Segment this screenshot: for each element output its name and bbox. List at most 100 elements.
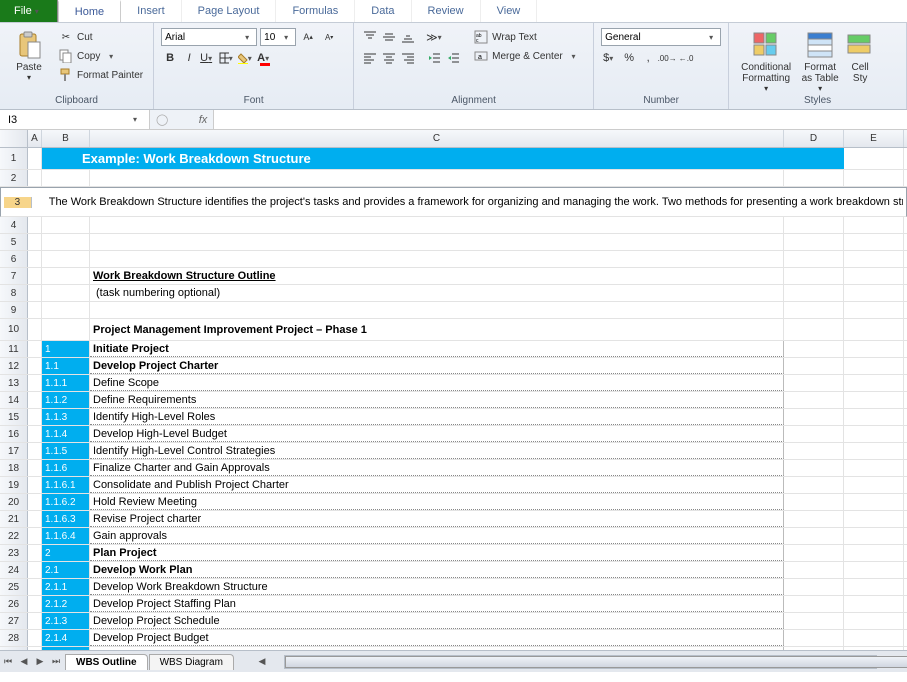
wbs-task[interactable]: Gain approvals	[90, 528, 784, 544]
cell[interactable]	[90, 170, 784, 186]
wrap-text-button[interactable]: abcWrap Text	[470, 28, 582, 46]
tab-home[interactable]: Home	[58, 0, 121, 22]
select-all-corner[interactable]	[0, 130, 28, 147]
cell[interactable]	[844, 409, 904, 425]
wbs-number[interactable]: 1.1.2	[42, 392, 90, 408]
row-header[interactable]: 16	[0, 426, 28, 442]
row-header[interactable]: 3	[4, 197, 32, 208]
cell[interactable]	[844, 426, 904, 442]
tab-insert[interactable]: Insert	[121, 0, 182, 22]
wbs-task[interactable]: Revise Project charter	[90, 511, 784, 527]
tab-view[interactable]: View	[481, 0, 538, 22]
cell[interactable]	[784, 217, 844, 233]
cell[interactable]	[42, 251, 90, 267]
font-color-button[interactable]: A▾	[256, 49, 274, 67]
copy-button[interactable]: Copy ▾	[55, 47, 146, 65]
col-header-e[interactable]: E	[844, 130, 904, 147]
cell[interactable]	[844, 630, 904, 646]
paste-button[interactable]: Paste▾	[7, 26, 51, 82]
cell[interactable]	[784, 545, 844, 561]
wbs-number[interactable]: 2.1.2	[42, 596, 90, 612]
comma-button[interactable]: ,	[639, 49, 657, 67]
wbs-task[interactable]: Finalize Charter and Gain Approvals	[90, 460, 784, 476]
row-header[interactable]: 6	[0, 251, 28, 267]
align-right-button[interactable]	[399, 49, 417, 67]
cell[interactable]	[28, 302, 42, 318]
wbs-number[interactable]: 1.1	[42, 358, 90, 374]
cell[interactable]	[784, 341, 844, 357]
tab-pagelayout[interactable]: Page Layout	[182, 0, 277, 22]
row-header[interactable]: 12	[0, 358, 28, 374]
cell[interactable]	[28, 494, 42, 510]
wbs-task[interactable]: Develop Work Plan	[90, 562, 784, 578]
col-header-b[interactable]: B	[42, 130, 90, 147]
cell[interactable]	[28, 268, 42, 284]
cell[interactable]	[784, 579, 844, 595]
cell[interactable]	[784, 562, 844, 578]
cell[interactable]	[28, 234, 42, 250]
cell[interactable]	[90, 302, 784, 318]
section-heading[interactable]: Work Breakdown Structure Outline	[90, 268, 784, 284]
cell[interactable]	[784, 647, 844, 650]
cell[interactable]	[784, 170, 844, 186]
wbs-task[interactable]: Consolidate and Publish Project Charter	[90, 477, 784, 493]
align-top-button[interactable]	[361, 28, 379, 46]
number-format-select[interactable]: General▾	[601, 28, 721, 46]
row-header[interactable]: 18	[0, 460, 28, 476]
cell[interactable]	[844, 341, 904, 357]
bold-button[interactable]: B	[161, 49, 179, 67]
row-header[interactable]: 4	[0, 217, 28, 233]
col-header-c[interactable]: C	[90, 130, 784, 147]
cell[interactable]	[28, 375, 42, 391]
worksheet-grid[interactable]: A B C D E 1Example: Work Breakdown Struc…	[0, 130, 907, 650]
font-name-select[interactable]: Arial▾	[161, 28, 257, 46]
cell[interactable]	[28, 460, 42, 476]
tab-data[interactable]: Data	[355, 0, 411, 22]
cell[interactable]	[28, 341, 42, 357]
increase-indent-button[interactable]	[444, 49, 462, 67]
wbs-task[interactable]: Initiate Project	[90, 341, 784, 357]
wbs-number[interactable]: 1.1.6.3	[42, 511, 90, 527]
cell[interactable]	[844, 251, 904, 267]
row-header[interactable]: 25	[0, 579, 28, 595]
cell[interactable]	[28, 170, 42, 186]
currency-button[interactable]: $▾	[601, 49, 619, 67]
cell[interactable]	[28, 443, 42, 459]
wbs-task[interactable]: Define Scope	[90, 375, 784, 391]
intro-text[interactable]: The Work Breakdown Structure identifies …	[46, 196, 903, 208]
conditional-formatting-button[interactable]: ConditionalFormatting▾	[736, 26, 796, 93]
orientation-button[interactable]: ≫▾	[425, 28, 443, 46]
cell[interactable]	[844, 562, 904, 578]
cell[interactable]	[844, 392, 904, 408]
wbs-task[interactable]: Develop Work Breakdown Structure	[90, 579, 784, 595]
cell[interactable]	[844, 319, 904, 340]
cell[interactable]	[844, 217, 904, 233]
cell[interactable]	[844, 302, 904, 318]
cell[interactable]	[784, 268, 844, 284]
wbs-number[interactable]: 2.1.1	[42, 579, 90, 595]
percent-button[interactable]: %	[620, 49, 638, 67]
font-size-select[interactable]: 10▾	[260, 28, 296, 46]
sheet-nav-last[interactable]: ⏭	[48, 654, 64, 670]
cell[interactable]	[844, 647, 904, 650]
cell[interactable]	[28, 545, 42, 561]
row-header[interactable]: 1	[0, 148, 28, 169]
wbs-number[interactable]: 1	[42, 341, 90, 357]
format-as-table-button[interactable]: Formatas Table▾	[796, 26, 844, 93]
cell[interactable]	[844, 579, 904, 595]
wbs-task[interactable]: Develop Project Budget	[90, 630, 784, 646]
cell[interactable]	[90, 217, 784, 233]
row-header[interactable]: 20	[0, 494, 28, 510]
tab-review[interactable]: Review	[412, 0, 481, 22]
cell[interactable]	[90, 234, 784, 250]
wbs-task[interactable]: Develop Project Charter	[90, 358, 784, 374]
sheet-nav-prev[interactable]: ◀	[16, 654, 32, 670]
cell[interactable]	[28, 647, 42, 650]
sheet-nav-first[interactable]: ⏮	[0, 654, 16, 670]
cell[interactable]	[42, 268, 90, 284]
cell[interactable]	[844, 268, 904, 284]
row-header[interactable]: 9	[0, 302, 28, 318]
cell[interactable]	[28, 562, 42, 578]
cell[interactable]	[784, 375, 844, 391]
row-header[interactable]: 5	[0, 234, 28, 250]
